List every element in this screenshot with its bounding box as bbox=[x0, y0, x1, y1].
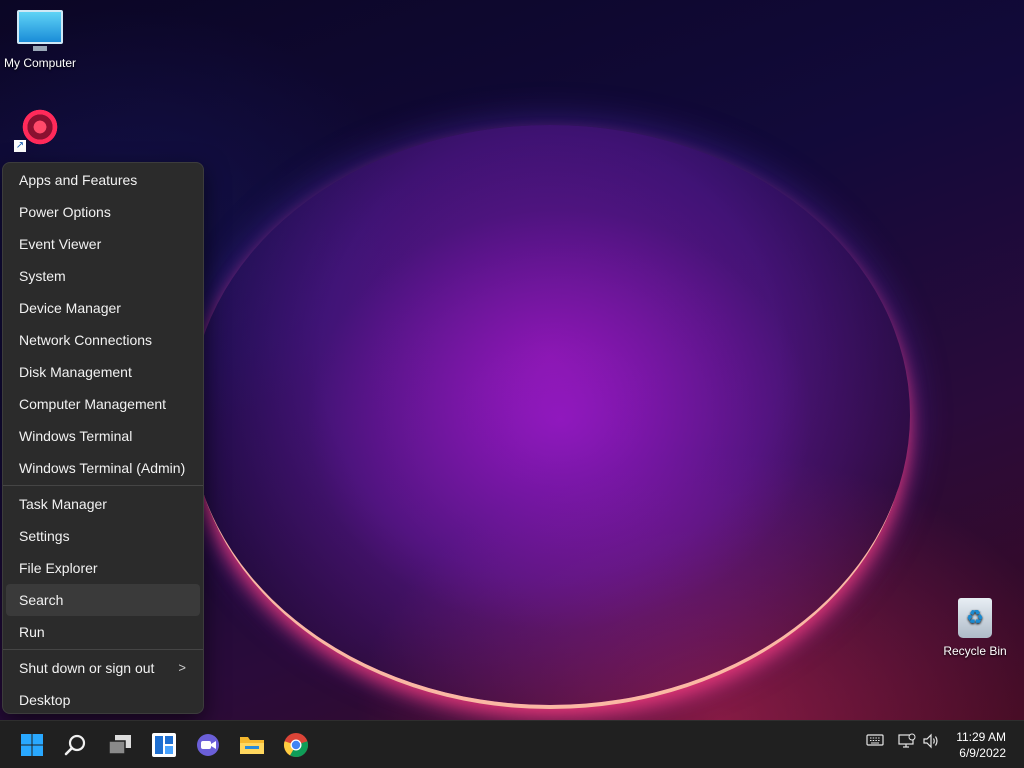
network-tray[interactable] bbox=[898, 733, 916, 752]
menu-item-settings[interactable]: Settings bbox=[6, 520, 200, 552]
desktop-icon-shortcut[interactable] bbox=[0, 105, 80, 153]
menu-item-system[interactable]: System bbox=[6, 260, 200, 292]
file-explorer-icon bbox=[240, 737, 264, 754]
clock-time: 11:29 AM bbox=[956, 730, 1006, 744]
menu-item-search[interactable]: Search bbox=[6, 584, 200, 616]
menu-item-task-manager[interactable]: Task Manager bbox=[6, 488, 200, 520]
desktop-icon-label: Recycle Bin bbox=[943, 644, 1007, 658]
task-view-button[interactable] bbox=[102, 727, 138, 763]
menu-item-windows-terminal-admin[interactable]: Windows Terminal (Admin) bbox=[6, 452, 200, 484]
menu-item-apps-and-features[interactable]: Apps and Features bbox=[6, 164, 200, 196]
taskbar-clock[interactable]: 11:29 AM 6/9/2022 bbox=[956, 729, 1006, 761]
taskbar: 11:29 AM 6/9/2022 bbox=[0, 720, 1024, 768]
menu-separator bbox=[3, 649, 203, 650]
menu-item-file-explorer[interactable]: File Explorer bbox=[6, 552, 200, 584]
start-context-menu: Apps and Features Power Options Event Vi… bbox=[2, 162, 204, 714]
shortcut-arrow-icon: ↗ bbox=[14, 140, 26, 152]
desktop-icon-recycle-bin[interactable]: ♻ Recycle Bin bbox=[935, 598, 1015, 658]
menu-item-disk-management[interactable]: Disk Management bbox=[6, 356, 200, 388]
menu-item-device-manager[interactable]: Device Manager bbox=[6, 292, 200, 324]
menu-item-run[interactable]: Run bbox=[6, 616, 200, 648]
wallpaper-orb bbox=[190, 125, 910, 705]
file-explorer-button[interactable] bbox=[234, 727, 270, 763]
widgets-button[interactable] bbox=[146, 727, 182, 763]
menu-item-label: Shut down or sign out bbox=[19, 660, 155, 676]
widgets-icon bbox=[152, 733, 176, 757]
chrome-icon bbox=[283, 733, 309, 758]
menu-item-desktop[interactable]: Desktop bbox=[6, 684, 200, 716]
task-view-icon bbox=[108, 735, 131, 755]
desktop-icon-my-computer[interactable]: My Computer bbox=[0, 10, 80, 70]
keyboard-icon bbox=[866, 734, 884, 746]
desktop-icon-label: My Computer bbox=[3, 56, 77, 70]
monitor-icon bbox=[17, 10, 63, 51]
menu-item-event-viewer[interactable]: Event Viewer bbox=[6, 228, 200, 260]
network-icon bbox=[898, 733, 916, 748]
volume-icon bbox=[923, 733, 938, 749]
chevron-right-icon: > bbox=[178, 660, 186, 675]
keyboard-tray[interactable] bbox=[866, 733, 884, 750]
start-icon bbox=[21, 734, 43, 756]
start-button[interactable] bbox=[14, 727, 50, 763]
menu-item-network-connections[interactable]: Network Connections bbox=[6, 324, 200, 356]
menu-item-power-options[interactable]: Power Options bbox=[6, 196, 200, 228]
clock-date: 6/9/2022 bbox=[959, 746, 1006, 760]
recycle-bin-icon: ♻ bbox=[958, 598, 992, 638]
chrome-button[interactable] bbox=[278, 727, 314, 763]
volume-tray[interactable] bbox=[922, 733, 940, 752]
menu-item-shut-down-or-sign-out[interactable]: Shut down or sign out > bbox=[6, 652, 200, 684]
search-icon bbox=[64, 734, 86, 756]
menu-item-windows-terminal[interactable]: Windows Terminal bbox=[6, 420, 200, 452]
chat-button[interactable] bbox=[190, 727, 226, 763]
menu-item-computer-management[interactable]: Computer Management bbox=[6, 388, 200, 420]
search-button[interactable] bbox=[58, 727, 94, 763]
chat-icon bbox=[197, 734, 219, 756]
menu-separator bbox=[3, 485, 203, 486]
